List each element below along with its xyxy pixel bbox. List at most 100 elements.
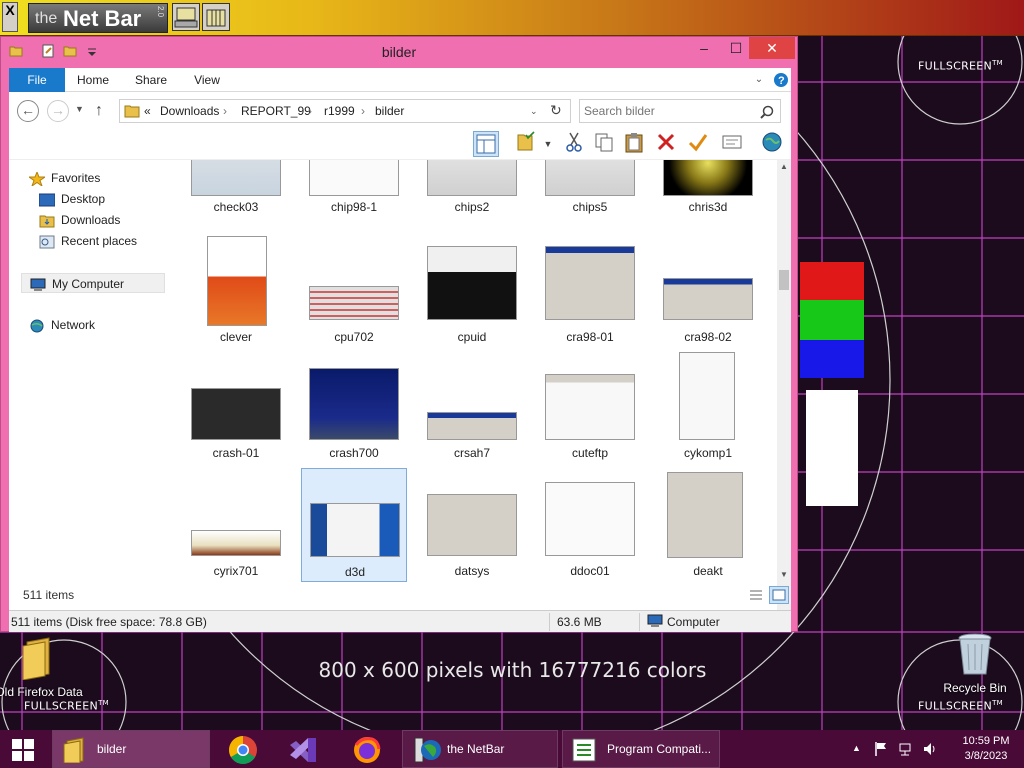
file-item[interactable]: check03 bbox=[183, 160, 289, 228]
nav-recent-places[interactable]: Recent places bbox=[39, 231, 137, 251]
file-item[interactable]: clever bbox=[183, 232, 289, 346]
folder-options-button[interactable] bbox=[513, 131, 539, 157]
refresh-icon[interactable]: ↻ bbox=[550, 102, 562, 119]
file-item[interactable]: chip98-1 bbox=[301, 160, 407, 228]
address-dropdown-icon[interactable]: ⌄ bbox=[530, 106, 538, 117]
nav-my-computer[interactable]: My Computer bbox=[21, 273, 165, 293]
file-item[interactable]: cyrix701 bbox=[183, 468, 289, 582]
up-button[interactable]: ↑ bbox=[95, 102, 103, 120]
breadcrumb-separator-icon[interactable]: › bbox=[223, 104, 227, 118]
netbar-button-1[interactable] bbox=[172, 3, 200, 31]
properties-button[interactable] bbox=[719, 131, 745, 157]
breadcrumb-separator-icon[interactable]: › bbox=[308, 104, 312, 118]
delete-button[interactable] bbox=[653, 131, 679, 157]
nav-downloads[interactable]: Downloads bbox=[39, 210, 120, 230]
maximize-button[interactable]: ☐ bbox=[719, 37, 753, 59]
taskbar-item-program-compatibility[interactable]: Program Compati... bbox=[562, 730, 720, 768]
taskbar-item-chrome[interactable] bbox=[222, 730, 266, 768]
taskbar-item-firefox[interactable] bbox=[346, 730, 390, 768]
minimize-button[interactable]: – bbox=[687, 37, 721, 59]
file-item[interactable]: deakt bbox=[655, 468, 761, 582]
nav-desktop[interactable]: Desktop bbox=[39, 189, 105, 209]
file-item[interactable]: crash700 bbox=[301, 350, 407, 464]
taskbar-item-bilder[interactable]: bilder bbox=[52, 730, 210, 768]
item-count: 511 items bbox=[23, 588, 75, 602]
globe-button[interactable] bbox=[759, 131, 785, 157]
search-box[interactable] bbox=[579, 99, 781, 123]
network-status-icon[interactable] bbox=[898, 741, 914, 757]
cut-button[interactable] bbox=[561, 131, 587, 157]
netbar-close-button[interactable]: X bbox=[2, 2, 18, 32]
address-overflow[interactable]: « bbox=[144, 104, 151, 118]
nav-network[interactable]: Network bbox=[29, 315, 95, 335]
network-icon bbox=[30, 319, 44, 333]
address-bar[interactable]: « Downloads › REPORT_99 › r1999 › bilder… bbox=[119, 99, 571, 123]
tab-view[interactable]: View bbox=[185, 68, 229, 92]
file-item[interactable]: cykomp1 bbox=[655, 350, 761, 464]
breadcrumb-downloads[interactable]: Downloads bbox=[160, 104, 219, 118]
building-icon bbox=[206, 9, 226, 27]
explorer-window: bilder – ☐ ✕ File Home Share View ⌄ ? ← … bbox=[0, 36, 798, 632]
tab-share[interactable]: Share bbox=[129, 68, 173, 92]
back-button[interactable]: ← bbox=[17, 100, 39, 122]
computer-icon bbox=[174, 7, 198, 28]
paste-button[interactable] bbox=[621, 131, 647, 157]
file-item-selected[interactable]: d3d bbox=[301, 468, 407, 582]
check-button[interactable] bbox=[685, 131, 711, 157]
breadcrumb-bilder[interactable]: bilder bbox=[375, 104, 404, 118]
nav-label: My Computer bbox=[52, 277, 125, 291]
file-item[interactable]: chips5 bbox=[537, 160, 643, 228]
forward-button[interactable]: → bbox=[47, 100, 69, 122]
scroll-down-icon[interactable]: ▼ bbox=[780, 570, 788, 579]
netbar-button-2[interactable] bbox=[202, 3, 230, 31]
volume-icon[interactable] bbox=[922, 741, 938, 757]
clock[interactable]: 10:59 PM 3/8/2023 bbox=[952, 734, 1020, 764]
file-name: cuteftp bbox=[571, 446, 609, 460]
file-item[interactable]: crsah7 bbox=[419, 350, 525, 464]
window-titlebar[interactable]: bilder – ☐ ✕ bbox=[1, 37, 797, 67]
show-hidden-icons-icon[interactable]: ▲ bbox=[852, 743, 861, 753]
logo-version: 2.0 bbox=[156, 6, 165, 18]
scrollbar-thumb[interactable] bbox=[779, 270, 789, 290]
file-item[interactable]: chris3d bbox=[655, 160, 761, 228]
file-item[interactable]: crash-01 bbox=[183, 350, 289, 464]
taskbar-item-visual-studio[interactable] bbox=[282, 730, 326, 768]
desktop-icon-recycle-bin[interactable]: Recycle Bin bbox=[930, 632, 1020, 695]
folder-options-dropdown-icon[interactable]: ▼ bbox=[541, 131, 555, 157]
nav-favorites[interactable]: Favorites bbox=[29, 168, 100, 188]
details-view-button[interactable] bbox=[747, 586, 765, 604]
expand-ribbon-chevron-icon[interactable]: ⌄ bbox=[751, 68, 767, 92]
preview-pane-button[interactable] bbox=[473, 131, 499, 157]
fullscreen-text: FULLSCREEN bbox=[918, 59, 993, 73]
breadcrumb-report99[interactable]: REPORT_99 bbox=[241, 104, 311, 118]
scroll-up-icon[interactable]: ▲ bbox=[780, 162, 788, 171]
file-item[interactable]: chips2 bbox=[419, 160, 525, 228]
file-name: check03 bbox=[213, 200, 259, 214]
recent-locations-chevron-icon[interactable]: ▼ bbox=[75, 104, 84, 114]
breadcrumb-separator-icon[interactable]: › bbox=[361, 104, 365, 118]
desktop-icon-old-firefox-data[interactable]: Old Firefox Data bbox=[0, 636, 84, 699]
start-button[interactable] bbox=[0, 730, 50, 768]
file-item[interactable]: cpuid bbox=[419, 232, 525, 346]
file-item[interactable]: cra98-02 bbox=[655, 232, 761, 346]
file-name: cpuid bbox=[457, 330, 487, 344]
minimize-glyph: – bbox=[700, 40, 708, 56]
file-item[interactable]: cpu702 bbox=[301, 232, 407, 346]
tab-home[interactable]: Home bbox=[71, 68, 115, 92]
file-item[interactable]: cra98-01 bbox=[537, 232, 643, 346]
help-icon[interactable]: ? bbox=[773, 72, 789, 88]
vertical-scrollbar[interactable]: ▲ ▼ bbox=[777, 160, 791, 610]
thumbnails-view-button[interactable] bbox=[769, 586, 789, 604]
breadcrumb-r1999[interactable]: r1999 bbox=[324, 104, 355, 118]
file-item[interactable]: datsys bbox=[419, 468, 525, 582]
flag-icon[interactable] bbox=[874, 741, 888, 757]
copy-button[interactable] bbox=[591, 131, 617, 157]
taskbar-item-netbar[interactable]: the NetBar bbox=[402, 730, 558, 768]
search-input[interactable] bbox=[582, 102, 752, 120]
file-item[interactable]: cuteftp bbox=[537, 350, 643, 464]
file-item[interactable]: ddoc01 bbox=[537, 468, 643, 582]
nav-label: Network bbox=[51, 318, 96, 332]
file-thumbnail bbox=[427, 494, 517, 556]
search-icon[interactable] bbox=[760, 105, 774, 119]
close-button[interactable]: ✕ bbox=[749, 37, 795, 59]
